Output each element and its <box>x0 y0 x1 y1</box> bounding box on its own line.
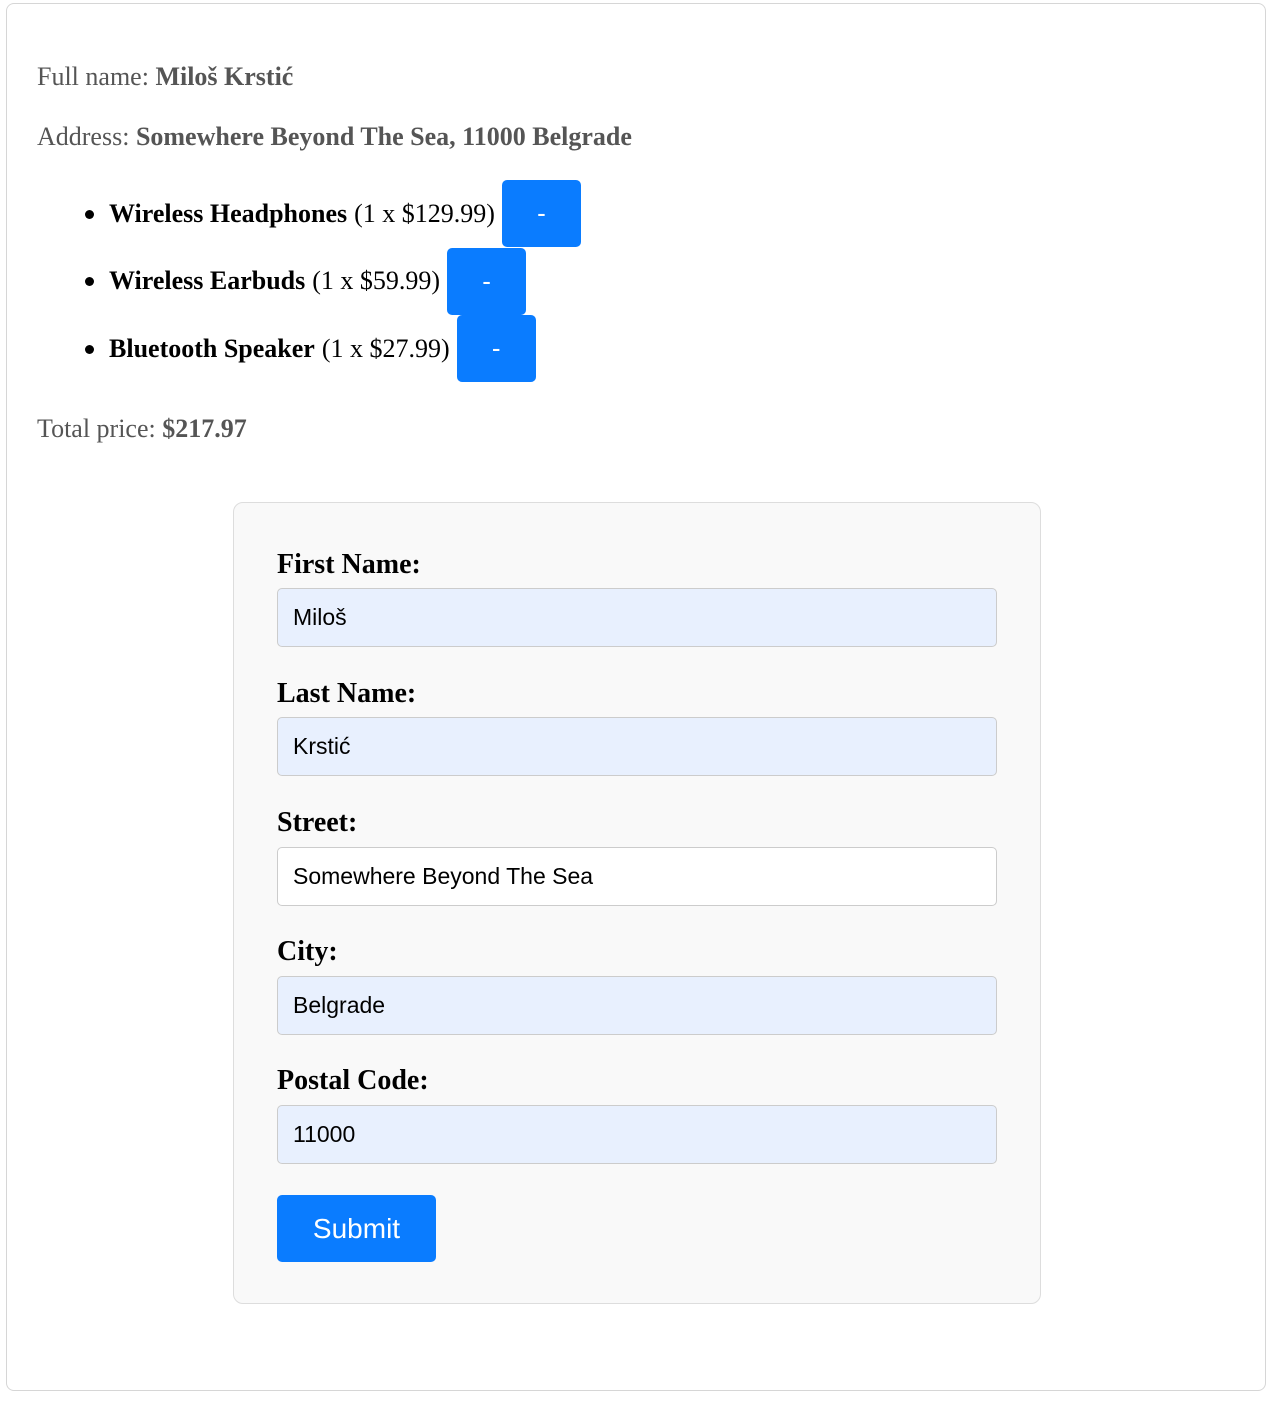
address-form: First Name: Last Name: Street: City: Pos… <box>233 502 1041 1304</box>
cart-item-qty: (1 x $27.99) <box>321 333 450 363</box>
postal-code-input[interactable] <box>277 1105 997 1164</box>
total-price-label: Total price: <box>37 414 156 443</box>
city-input[interactable] <box>277 976 997 1035</box>
address-line: Address: Somewhere Beyond The Sea, 11000… <box>37 122 632 152</box>
cart-item-name: Bluetooth Speaker <box>109 333 315 363</box>
last-name-input[interactable] <box>277 717 997 776</box>
postal-code-label: Postal Code: <box>277 1065 429 1096</box>
full-name-line: Full name: Miloš Krstić <box>37 62 293 92</box>
total-price-line: Total price: $217.97 <box>37 414 247 444</box>
remove-item-button[interactable]: - <box>447 247 527 315</box>
cart-item-name: Wireless Headphones <box>109 198 348 228</box>
bullet-icon <box>85 277 94 287</box>
remove-item-button[interactable]: - <box>501 180 581 248</box>
cart-item: Wireless Headphones (1 x $129.99) - <box>85 180 581 248</box>
cart-item-name: Wireless Earbuds <box>109 266 306 296</box>
address-value: Somewhere Beyond The Sea, 11000 Belgrade <box>135 122 632 151</box>
cart-item-qty: (1 x $129.99) <box>354 198 495 228</box>
first-name-label: First Name: <box>277 549 421 580</box>
first-name-input[interactable] <box>277 588 997 647</box>
cart-list: Wireless Headphones (1 x $129.99) - Wire… <box>85 180 581 383</box>
total-price-value: $217.97 <box>162 414 247 443</box>
cart-item: Bluetooth Speaker (1 x $27.99) - <box>85 315 581 383</box>
bullet-icon <box>85 209 94 219</box>
city-label: City: <box>277 936 338 967</box>
cart-item-qty: (1 x $59.99) <box>312 266 441 296</box>
full-name-value: Miloš Krstić <box>155 62 294 91</box>
bullet-icon <box>85 344 94 354</box>
submit-button[interactable]: Submit <box>277 1195 436 1262</box>
street-input[interactable] <box>277 847 997 906</box>
full-name-label: Full name: <box>37 62 149 91</box>
remove-item-button[interactable]: - <box>456 315 536 383</box>
address-label: Address: <box>37 122 130 151</box>
last-name-label: Last Name: <box>277 678 417 709</box>
page-container: Full name: Miloš Krstić Address: Somewhe… <box>6 3 1266 1391</box>
cart-item: Wireless Earbuds (1 x $59.99) - <box>85 247 581 316</box>
street-label: Street: <box>277 807 358 838</box>
